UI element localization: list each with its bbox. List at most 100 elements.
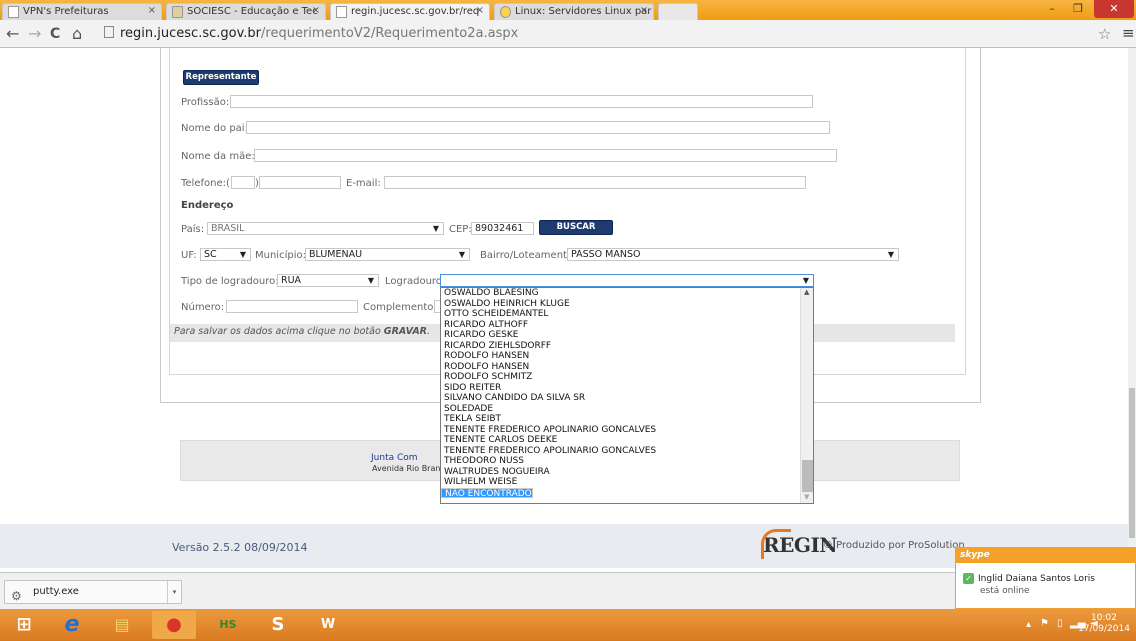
dropdown-option[interactable]: NÃO ENCONTRADO: [441, 487, 533, 499]
bairro-value: PASSO MANSO: [571, 249, 641, 260]
logradouro-dropdown-list[interactable]: OSWALDO BLAESING OSWALDO HEINRICH KLUGE OT…: [440, 287, 814, 504]
cep-label: CEP:: [449, 224, 472, 235]
bookmark-star-icon[interactable]: ☆: [1098, 25, 1111, 43]
menu-icon[interactable]: ≡: [1122, 24, 1135, 42]
show-hidden-icons-icon[interactable]: ▴: [1026, 619, 1031, 630]
battery-icon[interactable]: ▯: [1057, 618, 1063, 629]
page-icon: [104, 26, 114, 38]
email-label: E-mail:: [346, 178, 381, 189]
uf-label: UF:: [181, 250, 197, 261]
tab-sociesc[interactable]: SOCIESC - Educação e Tec ×: [166, 3, 326, 20]
uf-select[interactable]: SC ▼: [200, 248, 251, 261]
email-input[interactable]: [384, 176, 806, 189]
dropdown-option[interactable]: RODOLFO SCHMITZ: [441, 372, 813, 383]
internet-explorer-icon[interactable]: e: [50, 611, 94, 639]
clock-date: 17/09/2014: [1078, 624, 1130, 634]
pais-select[interactable]: BRASIL ▼: [207, 222, 444, 235]
telefone-input[interactable]: [259, 176, 341, 189]
representante-button[interactable]: Representante: [183, 70, 259, 85]
home-button[interactable]: ⌂: [72, 24, 82, 44]
close-icon[interactable]: ×: [148, 5, 156, 16]
close-icon[interactable]: ×: [640, 5, 648, 16]
dropdown-option[interactable]: TENENTE FREDERICO APOLINARIO GONCALVES: [441, 425, 813, 436]
tab-regin[interactable]: regin.jucesc.sc.gov.br/req ×: [330, 3, 490, 20]
chrome-icon[interactable]: ●: [152, 611, 196, 639]
minimize-button[interactable]: –: [1040, 0, 1064, 18]
dropdown-option[interactable]: TENENTE CARLOS DEEKE: [441, 435, 813, 446]
scroll-up-icon[interactable]: ▲: [804, 288, 809, 296]
skype-icon[interactable]: S: [256, 611, 300, 639]
dropdown-option[interactable]: SOLEDADE: [441, 404, 813, 415]
dropdown-option[interactable]: RICARDO ZIEHLSDORFF: [441, 341, 813, 352]
dropdown-option[interactable]: OTTO SCHEIDEMANTEL: [441, 309, 813, 320]
dropdown-option[interactable]: OSWALDO BLAESING: [441, 288, 813, 299]
dropdown-option[interactable]: RODOLFO HANSEN: [441, 351, 813, 362]
dropdown-option[interactable]: RICARDO ALTHOFF: [441, 320, 813, 331]
scrollbar-thumb[interactable]: [1129, 388, 1135, 538]
pais-value: BRASIL: [211, 223, 245, 234]
dropdown-option[interactable]: THEODORO NUSS: [441, 456, 813, 467]
dropdown-option[interactable]: RODOLFO HANSEN: [441, 362, 813, 373]
tab-vpn-prefeituras[interactable]: VPN's Prefeituras ×: [2, 3, 162, 20]
dropdown-option[interactable]: RICARDO GESKE: [441, 330, 813, 341]
tab-title: regin.jucesc.sc.gov.br/req: [351, 6, 480, 17]
nome-pai-input[interactable]: [246, 121, 830, 134]
forward-button[interactable]: →: [28, 24, 41, 44]
municipio-label: Município:: [255, 250, 306, 261]
dropdown-scroll-thumb[interactable]: [802, 460, 813, 492]
close-window-button[interactable]: ✕: [1094, 0, 1134, 18]
dropdown-option[interactable]: WILHELM WEISE: [441, 477, 813, 488]
clock[interactable]: 10:02 17/09/2014: [1074, 613, 1134, 635]
skype-logo: skype: [956, 548, 1135, 563]
dropdown-option[interactable]: SIDO REITER: [441, 383, 813, 394]
chevron-down-icon: ▼: [887, 250, 894, 259]
windows-start-icon[interactable]: ⊞: [2, 611, 46, 639]
new-tab-button[interactable]: [658, 3, 698, 20]
municipio-select[interactable]: BLUMENAU ▼: [305, 248, 470, 261]
back-button[interactable]: ←: [6, 24, 19, 44]
page-scrollbar[interactable]: [1128, 48, 1136, 572]
dropdown-scrollbar[interactable]: ▲ ▼: [800, 288, 813, 503]
scroll-down-icon[interactable]: ▼: [804, 493, 809, 501]
dropdown-option[interactable]: TENENTE FREDERICO APOLINARIO GONCALVES: [441, 446, 813, 457]
tab-linux[interactable]: Linux: Servidores Linux par ×: [494, 3, 654, 20]
buscar-button[interactable]: BUSCAR: [539, 220, 613, 235]
nome-mae-input[interactable]: [254, 149, 837, 162]
dropdown-option[interactable]: SILVANO CANDIDO DA SILVA SR: [441, 393, 813, 404]
online-status-icon: ✓: [963, 573, 974, 584]
word-icon[interactable]: W: [306, 611, 350, 639]
chevron-down-icon: ▼: [458, 250, 465, 259]
skype-notification[interactable]: skype ✓ Inglid Daiana Santos Loris está …: [955, 547, 1136, 609]
dropdown-option[interactable]: WALTRUDES NOGUEIRA: [441, 467, 813, 478]
hs-app-icon[interactable]: HS: [206, 611, 250, 639]
reload-button[interactable]: C: [50, 24, 60, 44]
ddd-input[interactable]: [231, 176, 255, 189]
bairro-select[interactable]: PASSO MANSO ▼: [567, 248, 899, 261]
file-explorer-icon[interactable]: ▤: [100, 611, 144, 639]
chevron-down-icon: ▼: [239, 250, 246, 259]
profissao-input[interactable]: [230, 95, 813, 108]
tab-title: Linux: Servidores Linux par: [515, 6, 652, 17]
chevron-down-icon[interactable]: ▾: [167, 581, 181, 603]
windows-taskbar: ⊞ e ▤ ● HS S W ▴ ⚑ ▯ ▂▄ ◄ 10:02 17/09/20…: [0, 609, 1136, 641]
note-suffix: .: [427, 326, 431, 337]
chevron-down-icon: ▼: [367, 276, 374, 285]
cep-input[interactable]: 89032461: [471, 222, 534, 235]
close-icon[interactable]: ×: [312, 5, 320, 16]
numero-input[interactable]: [226, 300, 358, 313]
url-host: regin.jucesc.sc.gov.br: [120, 26, 262, 41]
action-center-icon[interactable]: ⚑: [1040, 618, 1049, 629]
close-icon[interactable]: ×: [476, 5, 484, 16]
download-item[interactable]: ⚙ putty.exe ▾: [4, 580, 182, 604]
restore-button[interactable]: ❐: [1064, 0, 1092, 18]
address-bar: ← → C ⌂ regin.jucesc.sc.gov.br/requerime…: [0, 20, 1136, 48]
numero-label: Número:: [181, 302, 225, 313]
logradouro-select[interactable]: ▼: [440, 274, 814, 287]
dropdown-option[interactable]: TEKLA SEIBT: [441, 414, 813, 425]
complemento-label: Complemento:: [363, 302, 437, 313]
url-input[interactable]: regin.jucesc.sc.gov.br/requerimentoV2/Re…: [104, 24, 1104, 44]
note-text: Para salvar os dados acima clique no bot…: [174, 326, 384, 337]
dropdown-option[interactable]: OSWALDO HEINRICH KLUGE: [441, 299, 813, 310]
tipo-logradouro-select[interactable]: RUA ▼: [277, 274, 379, 287]
sociesc-icon: [172, 6, 183, 18]
